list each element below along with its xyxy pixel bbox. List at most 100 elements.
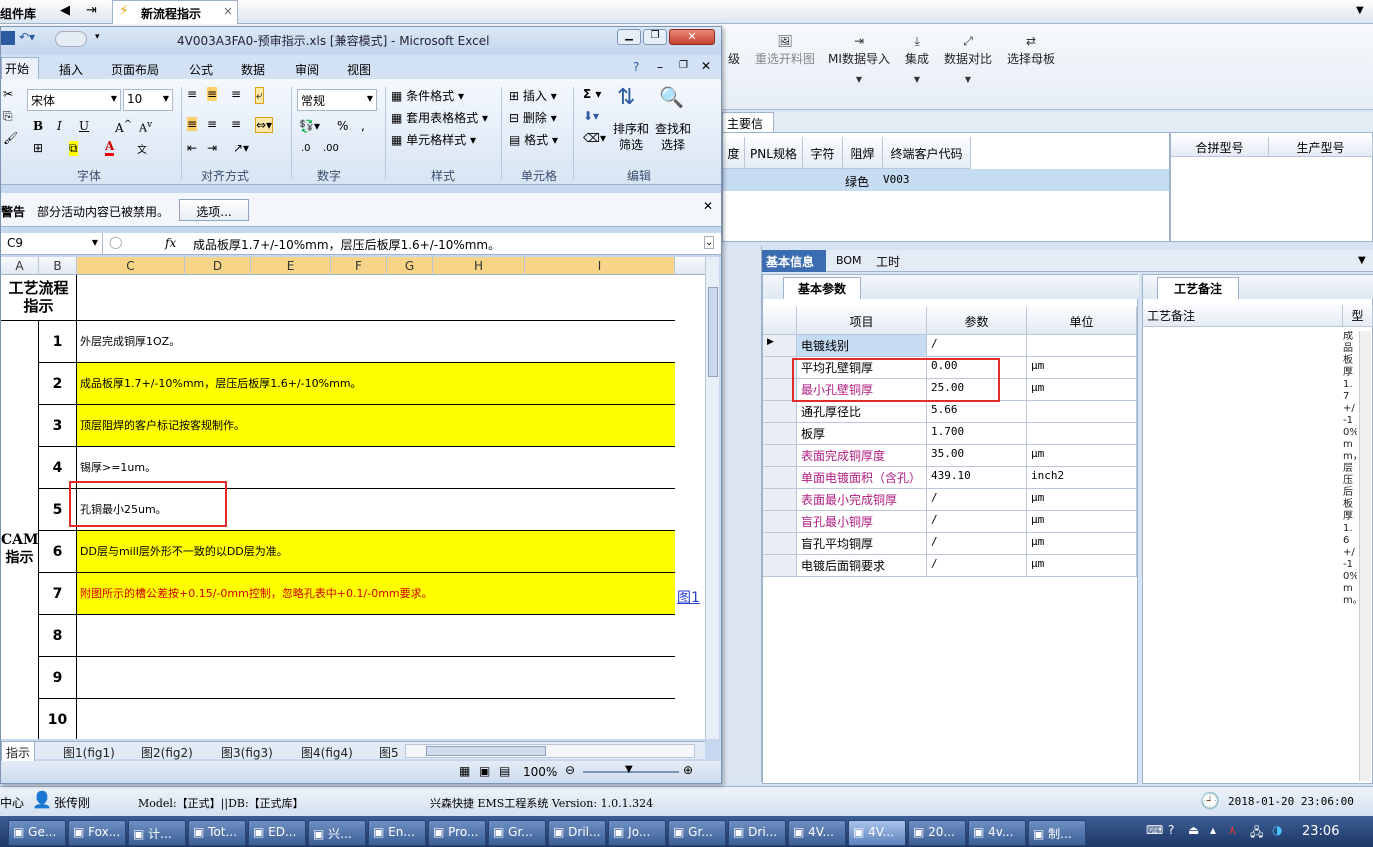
shrink-font-button[interactable]: Av <box>139 119 152 135</box>
taskbar-button[interactable]: ▣ Dri... <box>728 820 786 846</box>
tab-basic-params[interactable]: 基本参数 <box>783 277 861 299</box>
param-unit[interactable]: inch2 <box>1027 467 1137 489</box>
find-select-button[interactable]: 查找和 选择 <box>655 121 691 153</box>
param-item[interactable]: 板厚 <box>797 423 927 445</box>
taskbar-button[interactable]: ▣ 兴... <box>308 820 366 846</box>
taskbar-button[interactable]: ▣ 4V... <box>848 820 906 846</box>
border-icon[interactable]: ⊞ <box>33 141 43 155</box>
expand-formula-icon[interactable]: ⌄ <box>704 236 715 249</box>
undo-icon[interactable]: ↶▾ <box>19 30 35 44</box>
header-cell[interactable]: 工艺流程 指示 <box>1 275 77 321</box>
row-selector[interactable] <box>763 511 797 533</box>
font-color-icon[interactable]: A <box>105 139 115 156</box>
param-value[interactable]: / <box>927 335 1027 357</box>
tab-new-process[interactable]: ⚡ 新流程指示 × <box>112 0 238 24</box>
number-format-select[interactable]: 常规 ▼ <box>297 89 377 111</box>
underline-button[interactable]: U <box>79 119 89 133</box>
merge-center-icon[interactable]: ⇔▾ <box>255 117 274 133</box>
vertical-scrollbar[interactable] <box>1359 331 1371 781</box>
phonetic-icon[interactable]: 文 <box>137 141 147 156</box>
tab-insert[interactable]: 插入 <box>59 61 83 78</box>
scroll-thumb[interactable] <box>708 287 718 377</box>
param-item[interactable]: 盲孔平均铜厚 <box>797 533 927 555</box>
ribbon-close-icon[interactable]: ✕ <box>701 59 711 73</box>
taskbar-button[interactable]: ▣ Dril... <box>548 820 606 846</box>
param-value[interactable]: 5.66 <box>927 401 1027 423</box>
tab-page-layout[interactable]: 页面布局 <box>111 61 159 78</box>
row-selector[interactable] <box>763 555 797 577</box>
align-bottom-icon[interactable]: ≡ <box>231 87 241 101</box>
close-tab-icon[interactable]: × <box>223 4 233 18</box>
component-library-tab[interactable]: 组件库 <box>0 5 36 22</box>
param-value[interactable]: / <box>927 555 1027 577</box>
param-value[interactable]: / <box>927 489 1027 511</box>
taskbar-button[interactable]: ▣ Fox... <box>68 820 126 846</box>
instruction-cell[interactable]: 顶层阻焊的客户标记按客规制作。 <box>77 405 675 447</box>
column-header[interactable]: 单位 <box>1027 307 1137 335</box>
param-item[interactable]: 通孔厚径比 <box>797 401 927 423</box>
font-size-select[interactable]: 10 ▼ <box>123 89 173 111</box>
row-selector[interactable] <box>763 401 797 423</box>
param-unit[interactable]: μm <box>1027 511 1137 533</box>
param-item[interactable]: 盲孔最小铜厚 <box>797 511 927 533</box>
decrease-indent-icon[interactable]: ⇤ <box>187 141 197 155</box>
tab-formulas[interactable]: 公式 <box>189 61 213 78</box>
param-unit[interactable]: μm <box>1027 489 1137 511</box>
align-center-icon[interactable]: ≡ <box>207 117 217 131</box>
align-left-icon[interactable]: ≡ <box>187 117 198 131</box>
param-unit[interactable]: μm <box>1027 555 1137 577</box>
column-header-e[interactable]: E <box>251 257 331 274</box>
insert-cells-button[interactable]: ⊞ 插入 ▾ <box>509 87 557 104</box>
taskbar-clock[interactable]: 23:06 <box>1302 824 1339 839</box>
increase-decimal-icon[interactable]: .0 <box>301 143 311 154</box>
clear-icon[interactable]: ⌫▾ <box>583 131 606 145</box>
taskbar-button[interactable]: ▣ Pro... <box>428 820 486 846</box>
instruction-cell[interactable] <box>77 615 675 657</box>
page-layout-view-icon[interactable]: ▣ <box>479 764 490 778</box>
tab-hours[interactable]: 工时 <box>876 253 900 270</box>
param-unit[interactable]: μm <box>1027 445 1137 467</box>
align-right-icon[interactable]: ≡ <box>231 117 241 131</box>
column-header[interactable]: 生产型号 <box>1269 137 1373 157</box>
options-button[interactable]: 选项... <box>179 199 249 221</box>
zoom-level[interactable]: 100% <box>523 765 557 779</box>
sort-filter-icon[interactable]: ⇅ <box>617 85 635 110</box>
increase-indent-icon[interactable]: ⇥ <box>207 141 217 155</box>
tab-view[interactable]: 视图 <box>347 61 371 78</box>
taskbar-button[interactable]: ▣ Gr... <box>488 820 546 846</box>
minimize-button[interactable]: ▁ <box>617 29 641 45</box>
keyboard-icon[interactable]: ⌨ <box>1146 823 1163 837</box>
pin-icon[interactable]: ⇥ <box>86 3 97 18</box>
font-name-select[interactable]: 宋体 ▼ <box>27 89 121 111</box>
fill-icon[interactable]: ⬇▾ <box>583 109 599 123</box>
row-selector[interactable] <box>763 467 797 489</box>
column-header[interactable]: PNL规格 <box>745 137 803 169</box>
instruction-cell[interactable] <box>77 699 675 739</box>
tab-craft-notes[interactable]: 工艺备注 <box>1157 277 1239 299</box>
name-box[interactable]: C9 ▼ <box>1 233 103 255</box>
decrease-decimal-icon[interactable]: .00 <box>323 143 339 154</box>
param-value[interactable]: / <box>927 533 1027 555</box>
taskbar-button[interactable]: ▣ ED... <box>248 820 306 846</box>
qq-icon[interactable]: ◑ <box>1272 823 1282 837</box>
formula-input[interactable]: 成品板厚1.7+/-10%mm，层压后板厚1.6+/-10%mm。 <box>193 236 500 253</box>
taskbar-button[interactable]: ▣ 4v... <box>968 820 1026 846</box>
help-icon[interactable]: ? <box>633 60 639 74</box>
row-number[interactable]: 8 <box>39 615 77 657</box>
grow-font-button[interactable]: A^ <box>115 119 132 135</box>
param-item[interactable]: 表面完成铜厚度 <box>797 445 927 467</box>
format-painter-icon[interactable]: 🖌 <box>3 131 18 145</box>
column-header[interactable]: 阻焊 <box>843 137 883 169</box>
row-selector[interactable] <box>763 489 797 511</box>
table-row[interactable]: 绿色 V003 <box>723 169 1169 191</box>
instruction-cell[interactable]: 成品板厚1.7+/-10%mm，层压后板厚1.6+/-10%mm。 <box>77 363 675 405</box>
cell-styles-button[interactable]: ▦ 单元格样式 ▾ <box>391 131 476 148</box>
param-unit[interactable]: μm <box>1027 533 1137 555</box>
row-selector[interactable]: ▶ <box>763 335 797 357</box>
row-number[interactable]: 9 <box>39 657 77 699</box>
cam-label-cell[interactable]: CAM 指示 <box>1 321 39 739</box>
row-selector[interactable] <box>763 445 797 467</box>
row-number[interactable]: 2 <box>39 363 77 405</box>
column-header-g[interactable]: G <box>387 257 433 274</box>
delete-cells-button[interactable]: ⊟ 删除 ▾ <box>509 109 557 126</box>
